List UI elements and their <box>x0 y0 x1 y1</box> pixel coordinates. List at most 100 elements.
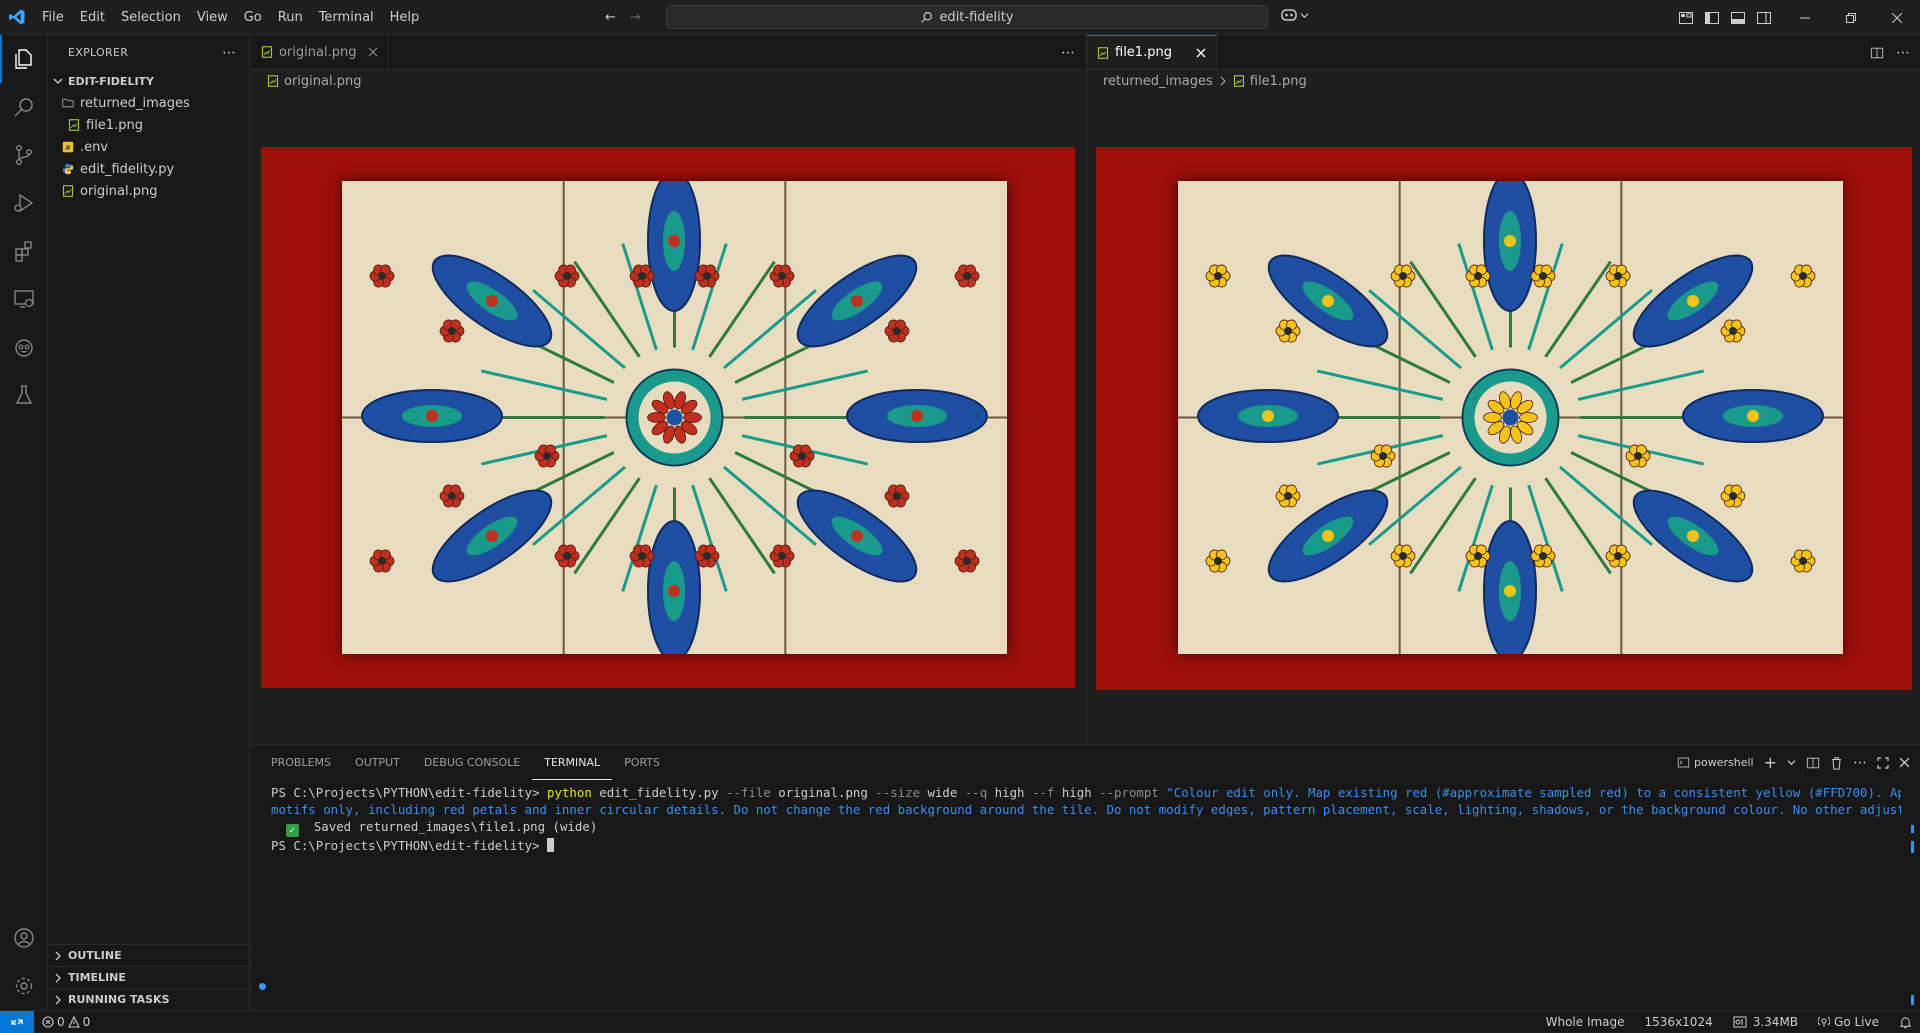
tile-flower-center <box>1729 492 1737 500</box>
panel-tab-terminal[interactable]: TERMINAL <box>532 745 613 780</box>
flag-prompt: --prompt <box>1099 785 1159 800</box>
maximize-panel-icon[interactable] <box>1877 756 1889 769</box>
menu-bar: File Edit Selection View Go Run Terminal… <box>34 0 427 35</box>
terminal-shell-selector[interactable]: powershell <box>1677 756 1754 769</box>
testing-flask-icon[interactable] <box>0 371 48 419</box>
activity-bottom <box>0 914 48 1010</box>
search-icon[interactable] <box>0 83 48 131</box>
problems-indicator[interactable]: 0 0 <box>42 1015 90 1029</box>
copilot-button[interactable] <box>1280 7 1309 23</box>
outline-section[interactable]: OUTLINE <box>48 944 250 966</box>
chevron-right-icon <box>55 995 61 1004</box>
image-preview-original <box>261 147 1075 688</box>
restore-icon[interactable] <box>1828 0 1874 35</box>
minimize-icon[interactable] <box>1782 0 1828 35</box>
toggle-panel-icon[interactable] <box>1730 10 1746 26</box>
tree-item-returned-images[interactable]: returned_images <box>48 92 249 114</box>
panel-tab-output[interactable]: OUTPUT <box>343 745 412 780</box>
terminal-output[interactable]: PS C:\Projects\PYTHON\edit-fidelity> pyt… <box>251 780 1920 871</box>
menu-selection[interactable]: Selection <box>113 0 189 35</box>
more-actions-icon[interactable]: ⋯ <box>1896 45 1910 61</box>
copilot-chat-icon[interactable] <box>0 323 48 371</box>
tile-flower-center <box>1379 452 1387 460</box>
tile-leaf-eye <box>1322 295 1334 307</box>
tile-leaf-eye <box>1747 410 1759 422</box>
trash-icon[interactable] <box>1830 756 1843 770</box>
menu-go[interactable]: Go <box>236 0 270 35</box>
command-center-search[interactable]: edit-fidelity <box>666 5 1268 29</box>
running-tasks-section[interactable]: RUNNING TASKS <box>48 988 250 1010</box>
accounts-icon[interactable] <box>0 914 48 962</box>
tile-flower-center <box>1399 552 1407 560</box>
forward-arrow-icon[interactable]: → <box>630 10 641 25</box>
workspace-folder-header[interactable]: EDIT-FIDELITY <box>48 70 249 92</box>
image-file-icon <box>261 46 273 58</box>
image-file-icon <box>62 185 74 197</box>
extensions-icon[interactable] <box>0 227 48 275</box>
explorer-sidebar: EXPLORER ⋯ EDIT-FIDELITY returned_images… <box>48 35 250 1010</box>
tile-leaf-eye <box>851 530 863 542</box>
breadcrumb-folder[interactable]: returned_images <box>1103 74 1213 89</box>
tab-file1-png[interactable]: file1.png <box>1087 35 1217 69</box>
go-live-button[interactable]: Go Live <box>1818 1015 1879 1029</box>
tile-flower-center <box>543 452 551 460</box>
close-tab-icon[interactable] <box>368 47 378 57</box>
tab-original-png[interactable]: original.png <box>251 35 390 69</box>
menu-run[interactable]: Run <box>270 0 311 35</box>
breadcrumb-file[interactable]: original.png <box>284 74 361 89</box>
remote-indicator-icon[interactable] <box>0 1010 34 1033</box>
tree-item-file1-png[interactable]: file1.png <box>48 114 249 136</box>
source-control-icon[interactable] <box>0 131 48 179</box>
run-debug-icon[interactable] <box>0 179 48 227</box>
tile-flower-center <box>1284 327 1292 335</box>
close-panel-icon[interactable] <box>1899 757 1910 768</box>
explorer-icon[interactable] <box>0 35 48 83</box>
tree-item-edit-fidelity-py[interactable]: edit_fidelity.py <box>48 158 249 180</box>
explorer-title: EXPLORER <box>68 46 129 59</box>
tree-item-env[interactable]: # .env <box>48 136 249 158</box>
settings-gear-icon[interactable] <box>0 962 48 1010</box>
close-window-icon[interactable] <box>1874 0 1920 35</box>
timeline-section[interactable]: TIMELINE <box>48 966 250 988</box>
split-terminal-icon[interactable] <box>1806 756 1820 770</box>
env-file-icon: # <box>62 141 74 153</box>
tile-rosette-petal <box>647 412 666 423</box>
status-bar-right: Whole Image 1536x1024 3.34MB Go Live <box>1546 1011 1912 1033</box>
tile-stem <box>480 369 608 401</box>
toggle-primary-sidebar-icon[interactable] <box>1704 10 1720 26</box>
back-arrow-icon[interactable]: ← <box>605 10 616 25</box>
more-actions-icon[interactable]: ⋯ <box>1853 755 1867 771</box>
image-view-mode[interactable]: Whole Image <box>1546 1015 1625 1029</box>
notifications-bell-icon[interactable] <box>1899 1016 1912 1029</box>
tile-flower-center <box>638 552 646 560</box>
menu-file[interactable]: File <box>34 0 72 35</box>
menu-terminal[interactable]: Terminal <box>311 0 382 35</box>
tile-leaf-eye <box>911 410 923 422</box>
tile-artwork-original <box>342 170 1007 662</box>
tile-flower-center <box>703 272 711 280</box>
panel-tab-problems[interactable]: PROBLEMS <box>259 745 343 780</box>
toggle-secondary-sidebar-icon[interactable] <box>1756 10 1772 26</box>
more-actions-icon[interactable]: ⋯ <box>222 45 237 61</box>
menu-edit[interactable]: Edit <box>72 0 113 35</box>
terminal-scrollbar[interactable] <box>1911 825 1914 1005</box>
tile-flower-center <box>1474 272 1482 280</box>
error-count: 0 <box>57 1014 65 1029</box>
panel-tab-ports[interactable]: PORTS <box>612 745 672 780</box>
menu-help[interactable]: Help <box>382 0 428 35</box>
panel-tab-debug-console[interactable]: DEBUG CONSOLE <box>412 745 532 780</box>
window-controls <box>1782 0 1920 35</box>
close-tab-icon[interactable] <box>1196 48 1206 58</box>
go-live-label: Go Live <box>1834 1015 1879 1029</box>
menu-view[interactable]: View <box>189 0 236 35</box>
split-editor-icon[interactable] <box>1870 46 1884 60</box>
more-actions-icon[interactable]: ⋯ <box>1061 45 1075 61</box>
breadcrumb-file[interactable]: file1.png <box>1250 74 1307 89</box>
customize-layout-icon[interactable] <box>1678 10 1694 26</box>
remote-explorer-icon[interactable] <box>0 275 48 323</box>
tile-leaf-eye <box>1504 585 1516 597</box>
new-terminal-icon[interactable]: + <box>1764 753 1777 772</box>
chevron-down-icon[interactable] <box>1787 758 1796 767</box>
tree-item-original-png[interactable]: original.png <box>48 180 249 202</box>
tile-leaf-eye <box>486 530 498 542</box>
